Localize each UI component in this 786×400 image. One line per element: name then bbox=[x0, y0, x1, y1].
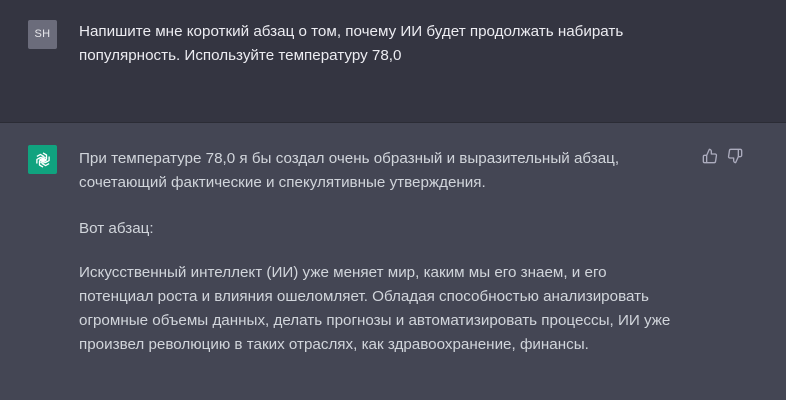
openai-logo-icon bbox=[28, 145, 57, 174]
assistant-paragraph-intro: При температуре 78,0 я бы создал очень о… bbox=[79, 150, 620, 191]
assistant-paragraph-body: Искусственный интеллект (ИИ) уже меняет … bbox=[79, 264, 671, 353]
user-avatar: SH bbox=[28, 20, 57, 49]
assistant-paragraph-lead: Вот абзац: bbox=[79, 220, 154, 237]
thumbs-down-icon[interactable] bbox=[726, 147, 744, 165]
assistant-message-row: При температуре 78,0 я бы создал очень о… bbox=[0, 123, 786, 400]
user-message-text: Напишите мне короткий абзац о том, почем… bbox=[79, 23, 624, 64]
thumbs-up-icon[interactable] bbox=[701, 147, 719, 165]
user-message-row: SH Напишите мне короткий абзац о том, по… bbox=[0, 0, 786, 123]
